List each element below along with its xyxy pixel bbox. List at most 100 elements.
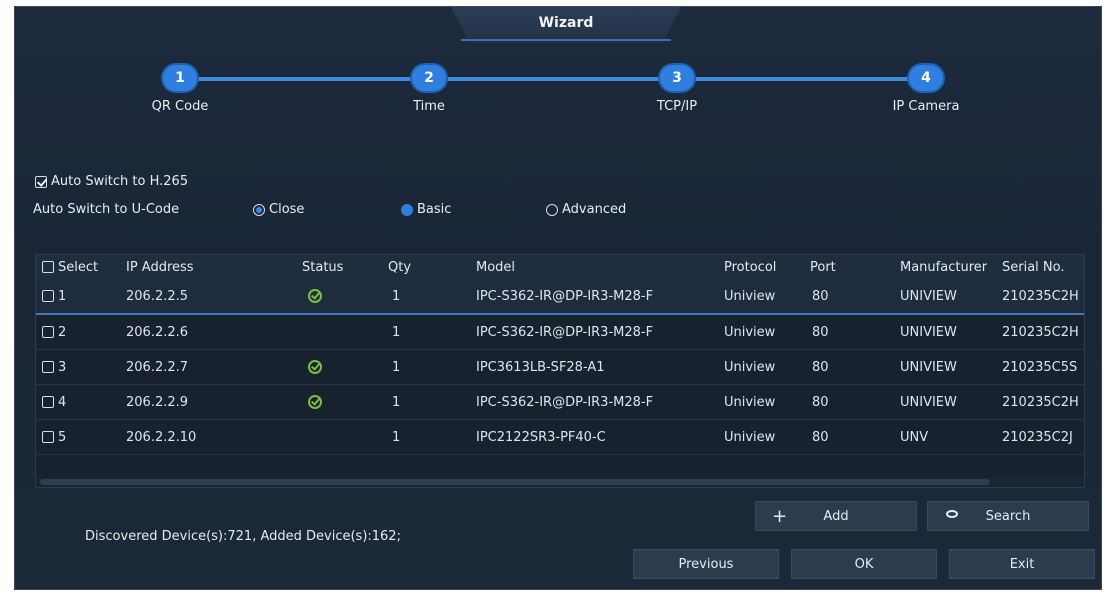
- horizontal-scrollbar[interactable]: [36, 477, 1084, 487]
- step-2-marker: 2: [412, 65, 446, 91]
- header-ip[interactable]: IP Address: [126, 255, 194, 279]
- header-select-label: Select: [58, 259, 99, 275]
- row-checkbox[interactable]: [42, 290, 54, 302]
- header-serial[interactable]: Serial No.: [1002, 255, 1065, 279]
- cell-manufacturer: UNIVIEW: [900, 359, 957, 375]
- cell-model: IPC-S362-IR@DP-IR3-M28-F: [476, 324, 654, 340]
- step-4-marker: 4: [909, 65, 943, 91]
- h265-label: Auto Switch to H.265: [51, 174, 189, 189]
- status-ok-icon: [308, 395, 322, 409]
- ucode-close-label: Close: [269, 202, 305, 217]
- row-checkbox[interactable]: [42, 396, 54, 408]
- window-title: Wizard: [538, 15, 594, 31]
- table-row[interactable]: 3 206.2.2.7 1 IPC3613LB-SF28-A1 Uniview …: [36, 350, 1084, 385]
- ok-button[interactable]: OK: [791, 549, 937, 579]
- h265-checkbox[interactable]: [35, 175, 47, 188]
- step-4-label: IP Camera: [892, 99, 960, 114]
- cell-protocol: Uniview: [724, 394, 776, 410]
- h265-option[interactable]: Auto Switch to H.265: [35, 174, 188, 189]
- cell-serial: 210235C2H: [1002, 394, 1079, 410]
- row-index: 1: [58, 288, 67, 304]
- header-select[interactable]: Select: [42, 255, 98, 279]
- row-checkbox[interactable]: [42, 431, 54, 443]
- previous-button[interactable]: Previous: [633, 549, 779, 579]
- header-manufacturer[interactable]: Manufacturer: [900, 255, 987, 279]
- step-3-marker: 3: [660, 65, 694, 91]
- cell-port: 80: [812, 324, 829, 340]
- step-1-marker: 1: [163, 65, 197, 91]
- cell-ip: 206.2.2.10: [126, 429, 197, 445]
- cell-model: IPC3613LB-SF28-A1: [476, 359, 605, 375]
- cell-port: 80: [812, 288, 829, 304]
- table-row[interactable]: 1 206.2.2.5 1 IPC-S362-IR@DP-IR3-M28-F U…: [36, 279, 1084, 315]
- cell-qty: 1: [392, 429, 401, 445]
- table-row[interactable]: 2 206.2.2.6 1 IPC-S362-IR@DP-IR3-M28-F U…: [36, 315, 1084, 350]
- cell-serial: 210235C5S: [1002, 359, 1078, 375]
- ucode-advanced-radio[interactable]: [546, 203, 558, 216]
- cell-serial: 210235C2H: [1002, 324, 1079, 340]
- discovery-summary: Discovered Device(s):721, Added Device(s…: [85, 529, 401, 544]
- ucode-advanced-option[interactable]: Advanced: [546, 202, 626, 217]
- cell-manufacturer: UNIVIEW: [900, 288, 957, 304]
- row-index: 5: [58, 429, 67, 445]
- table-header: Select IP Address Status Qty Model Proto…: [36, 255, 1084, 280]
- ucode-basic-option[interactable]: Basic: [401, 202, 451, 217]
- window-title-tab: Wizard: [451, 7, 681, 43]
- cell-ip: 206.2.2.7: [126, 359, 189, 375]
- cell-port: 80: [812, 429, 829, 445]
- table-row[interactable]: 4 206.2.2.9 1 IPC-S362-IR@DP-IR3-M28-F U…: [36, 385, 1084, 420]
- cell-model: IPC2122SR3-PF40-C: [476, 429, 606, 445]
- search-icon: [946, 510, 958, 518]
- cell-protocol: Uniview: [724, 429, 776, 445]
- cell-ip: 206.2.2.6: [126, 324, 189, 340]
- ucode-label: Auto Switch to U-Code: [33, 202, 180, 217]
- cell-protocol: Uniview: [724, 288, 776, 304]
- wizard-window: Wizard 1 2 3 4 QR Code Time TCP/IP IP Ca…: [14, 6, 1102, 590]
- cell-model: IPC-S362-IR@DP-IR3-M28-F: [476, 288, 654, 304]
- ucode-basic-radio[interactable]: [401, 203, 413, 216]
- step-3-label: TCP/IP: [656, 99, 698, 114]
- cell-port: 80: [812, 394, 829, 410]
- header-protocol[interactable]: Protocol: [724, 255, 776, 279]
- cell-qty: 1: [392, 324, 401, 340]
- ucode-close-option[interactable]: Close: [253, 202, 304, 217]
- search-button-label: Search: [985, 508, 1031, 524]
- scrollbar-thumb[interactable]: [40, 479, 990, 485]
- cell-serial: 210235C2J: [1002, 429, 1073, 445]
- cell-manufacturer: UNIVIEW: [900, 324, 957, 340]
- header-qty[interactable]: Qty: [388, 255, 411, 279]
- cell-port: 80: [812, 359, 829, 375]
- cell-qty: 1: [392, 359, 401, 375]
- cell-qty: 1: [392, 394, 401, 410]
- cell-manufacturer: UNIVIEW: [900, 394, 957, 410]
- add-button[interactable]: + Add: [755, 501, 917, 531]
- row-checkbox[interactable]: [42, 361, 54, 373]
- row-index: 2: [58, 324, 67, 340]
- exit-button[interactable]: Exit: [949, 549, 1095, 579]
- header-port[interactable]: Port: [810, 255, 836, 279]
- stepper-track: [199, 77, 929, 81]
- cell-qty: 1: [392, 288, 401, 304]
- step-1-label: QR Code: [151, 99, 209, 114]
- ucode-basic-label: Basic: [417, 202, 452, 217]
- cell-model: IPC-S362-IR@DP-IR3-M28-F: [476, 394, 654, 410]
- header-model[interactable]: Model: [476, 255, 515, 279]
- cell-serial: 210235C2H: [1002, 288, 1079, 304]
- device-table: Select IP Address Status Qty Model Proto…: [35, 254, 1085, 488]
- header-status[interactable]: Status: [302, 255, 343, 279]
- ucode-close-radio[interactable]: [253, 203, 265, 216]
- table-row[interactable]: 5 206.2.2.10 1 IPC2122SR3-PF40-C Uniview…: [36, 420, 1084, 455]
- row-index: 3: [58, 359, 67, 375]
- add-button-label: Add: [823, 508, 849, 524]
- title-underline: [461, 39, 671, 41]
- select-all-checkbox[interactable]: [42, 261, 54, 273]
- cell-manufacturer: UNV: [900, 429, 929, 445]
- search-button[interactable]: Search: [927, 501, 1089, 531]
- step-2-label: Time: [413, 99, 445, 114]
- cell-ip: 206.2.2.9: [126, 394, 189, 410]
- cell-protocol: Uniview: [724, 359, 776, 375]
- row-checkbox[interactable]: [42, 326, 54, 338]
- plus-icon: +: [772, 505, 788, 527]
- cell-ip: 206.2.2.5: [126, 288, 189, 304]
- ucode-advanced-label: Advanced: [562, 202, 627, 217]
